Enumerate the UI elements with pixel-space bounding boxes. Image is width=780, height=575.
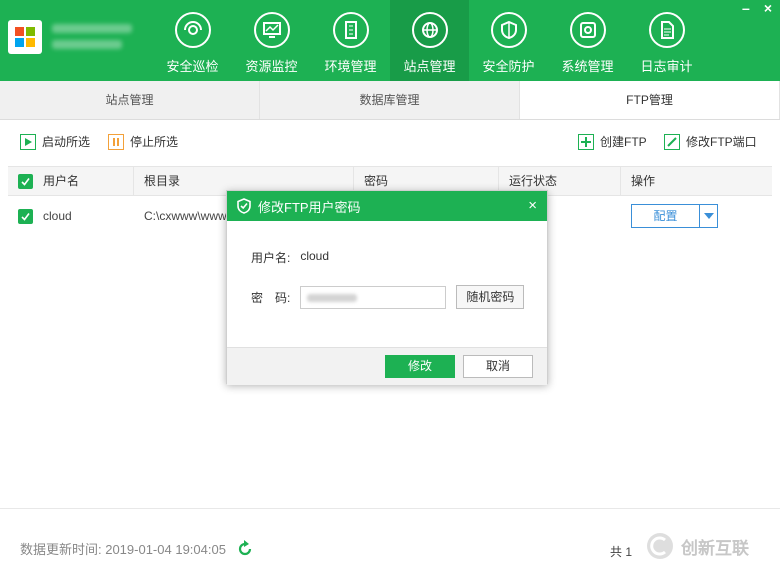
document-icon [648,12,685,48]
nav-label: 安全巡检 [166,59,219,74]
random-password-button[interactable]: 随机密码 [456,285,525,309]
main-nav: 安全巡检 资源监控 环境管理 站点管理 安全防护 系统管理 日志审计 [153,0,706,81]
col-actions: 操作 [631,174,656,188]
check-icon [21,177,30,186]
cell-actions: 配置 [621,204,772,228]
gear-icon [569,12,606,48]
password-row: 密 码: 随机密码 [251,285,525,309]
footer: 数据更新时间: 2019-01-04 19:04:05 共 1 创新互联 [0,508,780,575]
refresh-icon[interactable] [236,539,254,558]
row-checkbox[interactable] [18,208,33,224]
watermark: 创新互联 [645,531,749,561]
eye-scan-icon [174,12,211,48]
create-ftp-button[interactable]: 创建FTP [578,133,647,150]
create-ftp-label: 创建FTP [600,135,647,149]
nav-environment[interactable]: 环境管理 [311,0,390,81]
dialog-footer: 修改 取消 [227,347,547,385]
tab-site-management[interactable]: 站点管理 [0,81,260,119]
start-selected-button[interactable]: 启动所选 [20,133,90,150]
config-button[interactable]: 配置 [631,204,700,228]
password-input[interactable] [300,285,447,309]
watermark-logo-icon [647,533,673,559]
username-value: cloud [43,209,72,223]
nav-label: 安全防护 [482,59,535,74]
update-time-text: 数据更新时间: 2019-01-04 19:04:05 [20,542,226,557]
nav-security-inspection[interactable]: 安全巡检 [153,0,232,81]
tab-ftp-management[interactable]: FTP管理 [520,81,780,119]
modify-password-dialog: 修改FTP用户密码 × 用户名: cloud 密 码: 随机密码 修改 取消 [226,190,548,385]
windows-icon [15,27,35,47]
globe-icon [411,12,448,48]
username-row: 用户名: cloud [251,249,329,266]
shield-check-icon [237,198,251,214]
select-all-checkbox[interactable] [18,173,33,189]
config-dropdown-button[interactable] [700,204,718,228]
dialog-title: 修改FTP用户密码 [258,199,361,215]
col-username-label: 用户名 [43,173,80,188]
watermark-text: 创新互联 [681,538,749,558]
start-selected-label: 启动所选 [42,135,91,149]
update-time-area: 数据更新时间: 2019-01-04 19:04:05 [20,539,254,558]
sub-tabs: 站点管理 数据库管理 FTP管理 [0,81,780,120]
password-label: 密 码: [251,290,291,305]
stop-selected-label: 停止所选 [130,135,179,149]
nav-label: 资源监控 [245,59,298,74]
tab-database-management[interactable]: 数据库管理 [260,81,520,119]
config-split-button: 配置 [631,204,772,228]
check-icon [21,212,30,221]
nav-label: 站点管理 [403,59,456,74]
minimize-button[interactable]: – [742,0,750,16]
cancel-button[interactable]: 取消 [463,355,533,378]
plus-icon [578,133,594,150]
nav-label: 环境管理 [324,59,377,74]
dialog-title-bar: 修改FTP用户密码 × [227,191,547,221]
app-logo [8,20,42,54]
nav-label: 日志审计 [640,59,693,74]
blurred-app-name [52,24,142,54]
stop-selected-button[interactable]: 停止所选 [108,133,178,150]
monitor-chart-icon [253,12,290,48]
edit-icon [664,133,680,150]
play-icon [20,133,36,150]
nav-log-audit[interactable]: 日志审计 [627,0,706,81]
shield-icon [490,12,527,48]
chevron-down-icon [703,213,714,219]
building-icon [332,12,369,48]
dialog-body: 用户名: cloud 密 码: 随机密码 [227,221,547,347]
nav-system-management[interactable]: 系统管理 [548,0,627,81]
modify-ftp-port-label: 修改FTP端口 [686,135,757,149]
window-controls: – × [742,0,772,16]
top-header: 安全巡检 资源监控 环境管理 站点管理 安全防护 系统管理 日志审计 – × [0,0,780,81]
nav-resource-monitor[interactable]: 资源监控 [232,0,311,81]
cell-username: cloud [8,208,134,224]
nav-label: 系统管理 [561,59,614,74]
toolbar: 启动所选 停止所选 创建FTP 修改FTP端口 [0,120,780,166]
nav-site-management[interactable]: 站点管理 [390,0,469,81]
pause-icon [108,133,124,150]
modify-ftp-port-button[interactable]: 修改FTP端口 [664,133,757,150]
username-label: 用户名: [251,251,291,265]
username-display: cloud [300,249,330,263]
close-window-button[interactable]: × [764,0,772,16]
col-username: 用户名 [8,167,134,195]
total-count: 共 1 [610,545,633,559]
nav-security-protection[interactable]: 安全防护 [469,0,548,81]
dialog-close-button[interactable]: × [528,197,537,214]
confirm-modify-button[interactable]: 修改 [385,355,455,378]
